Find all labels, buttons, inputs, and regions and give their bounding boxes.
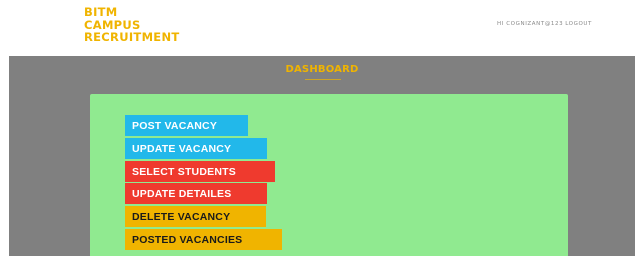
post-vacancy-button[interactable]: POST VACANCY [125, 115, 248, 136]
actions-panel: POST VACANCY UPDATE VACANCY SELECT STUDE… [90, 94, 568, 256]
page-title: DASHBOARD [285, 64, 359, 75]
brand-line-3: RECRUITMENT [84, 30, 180, 44]
brand-logo-text[interactable]: BITM CAMPUS RECRUITMENT [84, 6, 180, 44]
title-underline [305, 79, 341, 80]
logout-link[interactable]: LOGOUT [565, 21, 592, 27]
select-students-button[interactable]: SELECT STUDENTS [125, 161, 275, 182]
update-details-button[interactable]: UPDATE DETAILES [125, 183, 267, 204]
posted-vacancies-button[interactable]: POSTED VACANCIES [125, 229, 282, 250]
user-greeting: HI COGNIZANT@123 [496, 21, 564, 27]
delete-vacancy-button[interactable]: DELETE VACANCY [125, 206, 266, 227]
update-vacancy-button[interactable]: UPDATE VACANCY [125, 138, 267, 159]
brand-line-1: BITM [84, 5, 118, 19]
top-header: BITM CAMPUS RECRUITMENT HI COGNIZANT@123… [0, 0, 644, 56]
user-bar: HI COGNIZANT@123 LOGOUT [497, 21, 592, 27]
main-area: DASHBOARD POST VACANCY UPDATE VACANCY SE… [9, 56, 635, 256]
